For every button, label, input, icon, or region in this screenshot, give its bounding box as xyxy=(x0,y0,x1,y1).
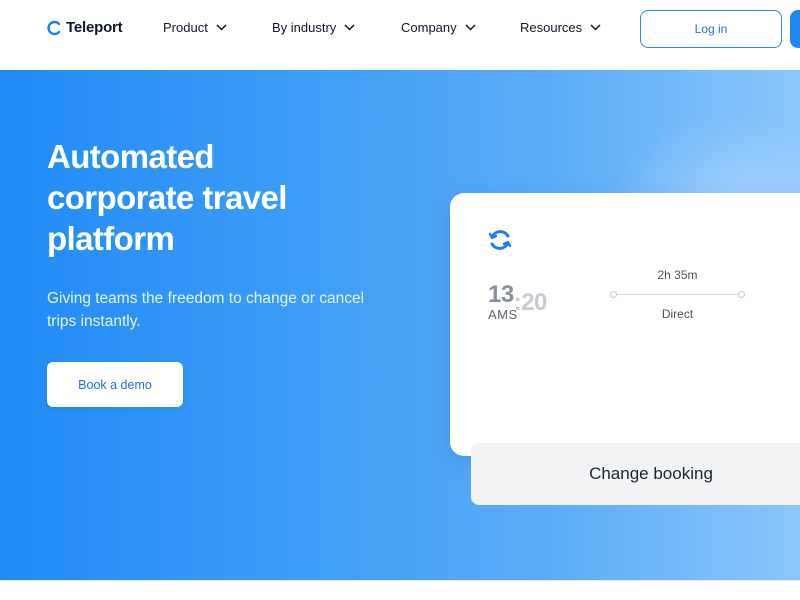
chevron-down-icon xyxy=(590,24,601,31)
route-start-dot xyxy=(610,291,617,298)
chevron-down-icon xyxy=(344,24,355,31)
flight-duration: 2h 35m xyxy=(657,268,698,282)
teleport-logo-icon xyxy=(488,230,512,250)
nav-by-industry-label: By industry xyxy=(272,20,337,35)
nav-company-label: Company xyxy=(401,20,457,35)
departure-time: 13 :20 xyxy=(488,273,547,316)
nav-product-label: Product xyxy=(163,20,208,35)
chevron-down-icon xyxy=(465,24,476,31)
teleport-logo-icon xyxy=(47,20,61,35)
nav-product[interactable]: Product xyxy=(163,20,227,35)
route-end-dot xyxy=(738,291,745,298)
book-demo-button[interactable]: Book a demo xyxy=(47,362,183,407)
nav-resources-label: Resources xyxy=(520,20,583,35)
route-line xyxy=(613,294,743,295)
next-section-edge xyxy=(0,580,800,600)
route-type: Direct xyxy=(661,307,694,321)
nav-company[interactable]: Company xyxy=(401,20,476,35)
hero-title: Automated corporate travel platform xyxy=(47,138,287,257)
booking-card: 13 :20 AMS 2h 35m Direct Change booking xyxy=(450,193,800,505)
brand-logo[interactable]: Teleport xyxy=(47,19,123,36)
chevron-down-icon xyxy=(216,24,227,31)
top-navigation: Teleport Product By industry Company Res… xyxy=(0,0,800,70)
hero-section: Automated corporate travel platform Givi… xyxy=(0,70,800,580)
departure-hour: 13 xyxy=(488,281,514,308)
hero-subtitle: Giving teams the freedom to change or ca… xyxy=(47,290,365,330)
signup-button[interactable] xyxy=(790,10,800,48)
nav-resources[interactable]: Resources xyxy=(520,20,601,35)
brand-name: Teleport xyxy=(66,19,123,36)
departure-airport: AMS xyxy=(488,307,518,322)
nav-by-industry[interactable]: By industry xyxy=(272,20,355,35)
change-booking-button[interactable]: Change booking xyxy=(471,443,800,505)
departure-minute: :20 xyxy=(513,289,548,316)
login-button[interactable]: Log in xyxy=(640,10,782,48)
